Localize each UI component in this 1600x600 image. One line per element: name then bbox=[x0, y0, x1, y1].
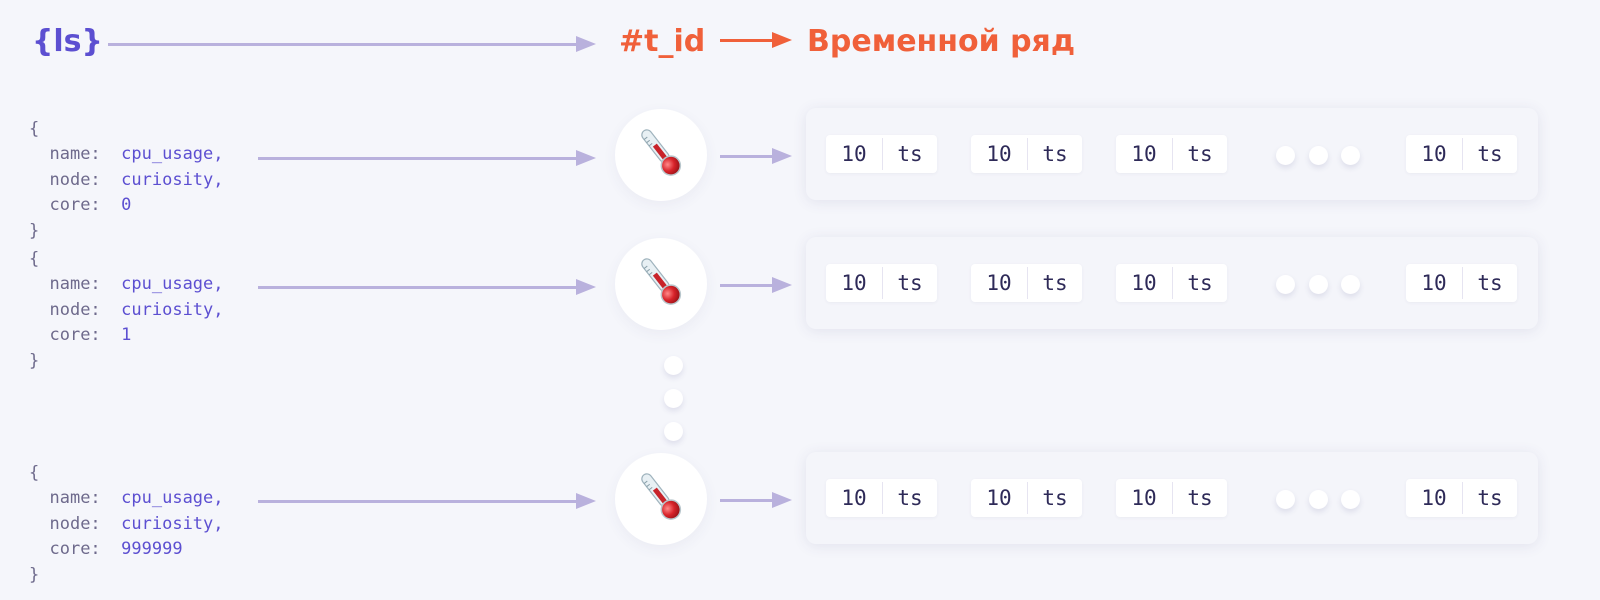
point-timestamp: ts bbox=[1187, 271, 1213, 295]
ellipsis-dot bbox=[1276, 146, 1295, 165]
ellipsis-dot bbox=[1309, 146, 1328, 165]
field-key: node: bbox=[49, 299, 101, 320]
field-key: node: bbox=[49, 169, 101, 190]
field-key: core: bbox=[49, 325, 101, 346]
point-timestamp: ts bbox=[1187, 486, 1213, 510]
data-point: 10 ts bbox=[1406, 135, 1517, 173]
series-id-node bbox=[615, 238, 707, 330]
arrow-labels-to-id bbox=[258, 279, 596, 295]
field-value: 1 bbox=[121, 325, 132, 346]
ellipsis-dot bbox=[1341, 146, 1360, 165]
point-value: 10 bbox=[1421, 271, 1447, 295]
point-timestamp: ts bbox=[1187, 142, 1213, 166]
field-key: name: bbox=[49, 274, 101, 295]
field-value: cpu_usage, bbox=[121, 144, 224, 165]
data-point: 10 ts bbox=[971, 135, 1082, 173]
arrow-labels-to-id bbox=[258, 150, 596, 166]
field-key: name: bbox=[49, 144, 101, 165]
ellipsis-dot bbox=[1309, 490, 1328, 509]
open-brace: { bbox=[29, 118, 40, 139]
point-value: 10 bbox=[986, 142, 1012, 166]
point-timestamp: ts bbox=[1477, 486, 1503, 510]
point-value: 10 bbox=[986, 271, 1012, 295]
timeseries-panel: 10 ts 10 ts 10 ts 10 ts bbox=[806, 108, 1538, 200]
point-value: 10 bbox=[1131, 142, 1157, 166]
data-point: 10 ts bbox=[1116, 135, 1227, 173]
data-point: 10 ts bbox=[1406, 264, 1517, 302]
ellipsis-dot bbox=[1341, 490, 1360, 509]
field-value: 0 bbox=[121, 195, 132, 216]
timeseries-panel: 10 ts 10 ts 10 ts 10 ts bbox=[806, 452, 1538, 544]
close-brace: } bbox=[29, 350, 40, 371]
point-value: 10 bbox=[1421, 142, 1447, 166]
data-point: 10 ts bbox=[826, 479, 937, 517]
field-value: curiosity, bbox=[121, 513, 224, 534]
header-arrow-tid-to-series bbox=[720, 32, 792, 48]
point-value: 10 bbox=[1131, 271, 1157, 295]
data-point: 10 ts bbox=[826, 264, 937, 302]
point-value: 10 bbox=[841, 271, 867, 295]
point-timestamp: ts bbox=[1477, 271, 1503, 295]
arrow-labels-to-id bbox=[258, 493, 596, 509]
header-arrow-ls-to-tid bbox=[108, 36, 596, 52]
arrow-id-to-series bbox=[720, 148, 792, 164]
data-point: 10 ts bbox=[971, 479, 1082, 517]
data-point: 10 ts bbox=[1116, 479, 1227, 517]
data-point: 10 ts bbox=[971, 264, 1082, 302]
arrow-id-to-series bbox=[720, 277, 792, 293]
vertical-ellipsis-dot bbox=[664, 356, 683, 375]
ellipsis-dot bbox=[1276, 490, 1295, 509]
label-set-block: { name: cpu_usage, node: curiosity, core… bbox=[29, 435, 224, 589]
field-key: name: bbox=[49, 488, 101, 509]
field-key: core: bbox=[49, 539, 101, 560]
data-point: 10 ts bbox=[1116, 264, 1227, 302]
ellipsis-dot bbox=[1276, 275, 1295, 294]
field-value: curiosity, bbox=[121, 299, 224, 320]
field-value: cpu_usage, bbox=[121, 488, 224, 509]
field-key: node: bbox=[49, 513, 101, 534]
data-point: 10 ts bbox=[1406, 479, 1517, 517]
point-value: 10 bbox=[841, 486, 867, 510]
point-timestamp: ts bbox=[897, 271, 923, 295]
point-timestamp: ts bbox=[1042, 271, 1068, 295]
point-timestamp: ts bbox=[897, 486, 923, 510]
point-timestamp: ts bbox=[897, 142, 923, 166]
thermometer-icon bbox=[631, 252, 691, 316]
timeseries-panel: 10 ts 10 ts 10 ts 10 ts bbox=[806, 237, 1538, 329]
open-brace: { bbox=[29, 462, 40, 483]
thermometer-icon bbox=[631, 467, 691, 531]
label-set-title: {ls} bbox=[32, 24, 103, 59]
point-value: 10 bbox=[986, 486, 1012, 510]
series-id-node bbox=[615, 453, 707, 545]
label-set-block: { name: cpu_usage, node: curiosity, core… bbox=[29, 221, 224, 375]
point-timestamp: ts bbox=[1042, 486, 1068, 510]
series-id-node bbox=[615, 109, 707, 201]
ellipsis-dot bbox=[1341, 275, 1360, 294]
tid-title: #t_id bbox=[619, 24, 706, 59]
arrow-id-to-series bbox=[720, 492, 792, 508]
field-key: core: bbox=[49, 195, 101, 216]
point-value: 10 bbox=[841, 142, 867, 166]
point-timestamp: ts bbox=[1477, 142, 1503, 166]
field-value: cpu_usage, bbox=[121, 274, 224, 295]
close-brace: } bbox=[29, 564, 40, 585]
ellipsis-dot bbox=[1309, 275, 1328, 294]
point-value: 10 bbox=[1421, 486, 1447, 510]
point-timestamp: ts bbox=[1042, 142, 1068, 166]
thermometer-icon bbox=[631, 123, 691, 187]
field-value: curiosity, bbox=[121, 169, 224, 190]
vertical-ellipsis-dot bbox=[664, 389, 683, 408]
field-value: 999999 bbox=[121, 539, 183, 560]
point-value: 10 bbox=[1131, 486, 1157, 510]
timeseries-title: Временной ряд bbox=[807, 24, 1076, 59]
data-point: 10 ts bbox=[826, 135, 937, 173]
vertical-ellipsis-dot bbox=[664, 422, 683, 441]
open-brace: { bbox=[29, 248, 40, 269]
